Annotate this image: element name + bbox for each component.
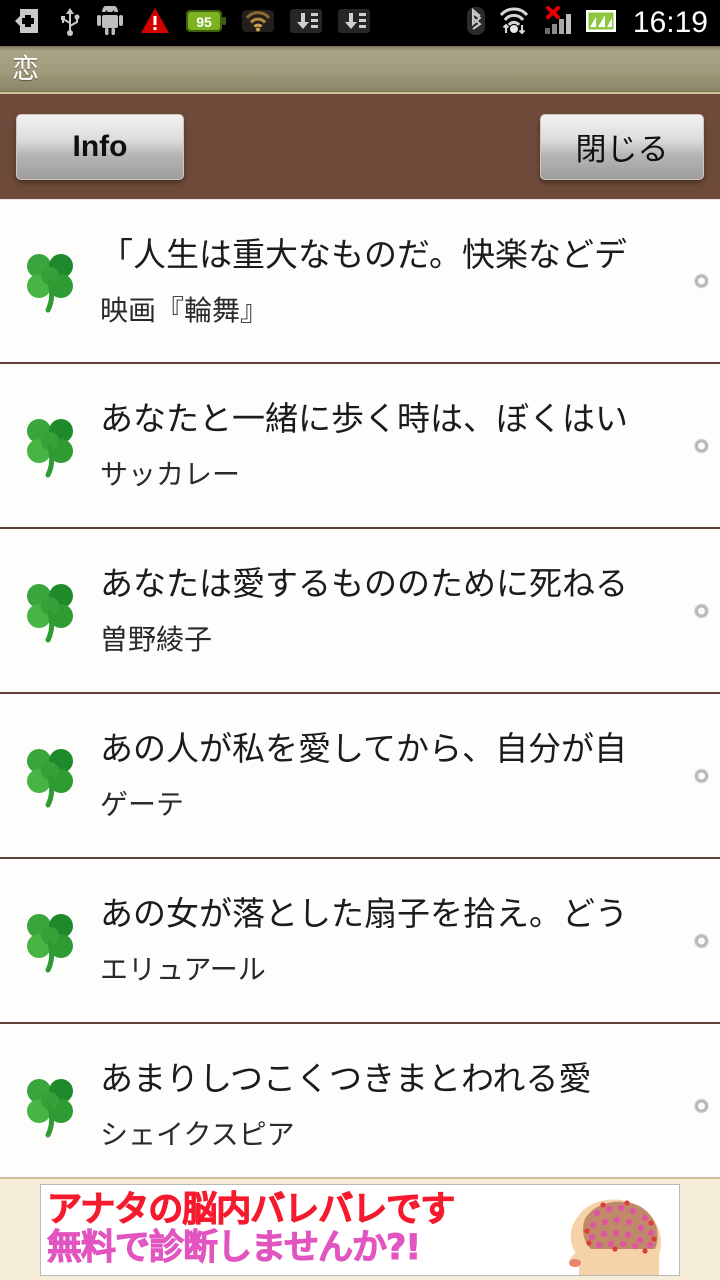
info-button[interactable]: Info — [16, 113, 184, 180]
ad-subline: 無料で診断しませんか?! — [47, 1227, 422, 1268]
list-item-indicator[interactable] — [695, 934, 708, 947]
toolbar: Info 閉じる — [0, 94, 720, 199]
status-bar-left-icons: 95 — [14, 4, 370, 40]
author-text: エリュアール — [100, 953, 266, 986]
author-text: 映画『輪舞』 — [100, 293, 269, 327]
list-item-texts: あなたは愛するもののために死ねる 曽野綾子 — [100, 565, 720, 656]
title-bar: 恋 — [0, 46, 720, 94]
page-title: 恋 — [12, 53, 39, 85]
author-text: 曽野綾子 — [100, 623, 213, 656]
clover-icon — [0, 1073, 100, 1139]
clover-icon — [0, 908, 100, 974]
download-list-icon-2 — [338, 7, 370, 39]
ad-text-block: アナタの脳内バレバレです 無料で診断しませんか?! — [41, 1185, 561, 1275]
close-button[interactable]: 閉じる — [540, 113, 704, 180]
battery-95-icon: 95 — [186, 8, 226, 38]
author-text: サッカレー — [100, 458, 241, 491]
app-screen: 95 16:19 恋 Info 閉じる 「人生は重大なものだ。快楽などデ 映画『… — [0, 0, 720, 1280]
signal-graph-icon — [585, 7, 617, 39]
list-item-indicator[interactable] — [695, 604, 708, 617]
bluetooth-icon — [465, 6, 487, 40]
quote-list: 「人生は重大なものだ。快楽などデ 映画『輪舞』 あなたと一緒に歩く時は、ぼくはい… — [0, 199, 720, 1189]
list-item-texts: 「人生は重大なものだ。快楽などデ 映画『輪舞』 — [100, 236, 720, 327]
clover-icon — [0, 413, 100, 479]
status-bar-clock: 16:19 — [632, 6, 708, 39]
list-item[interactable]: 「人生は重大なものだ。快楽などデ 映画『輪舞』 — [0, 199, 720, 364]
list-item-texts: あまりしつこくつきまとわれる愛 シェイクスピア — [100, 1060, 720, 1151]
list-item-texts: あの人が私を愛してから、自分が自 ゲーテ — [100, 730, 720, 821]
author-text: シェイクスピア — [100, 1118, 295, 1151]
list-item-indicator[interactable] — [695, 769, 708, 782]
list-item-indicator[interactable] — [695, 1099, 708, 1112]
ad-banner[interactable]: アナタの脳内バレバレです 無料で診断しませんか?! — [0, 1177, 720, 1280]
list-item-indicator[interactable] — [695, 439, 708, 452]
shield-plus-icon — [14, 6, 44, 40]
quote-text: あなたと一緒に歩く時は、ぼくはい — [100, 400, 628, 439]
wifi-transfer-icon — [497, 6, 531, 40]
quote-text: あの女が落とした扇子を拾え。どう — [100, 895, 628, 934]
ad-content[interactable]: アナタの脳内バレバレです 無料で診断しませんか?! — [40, 1183, 680, 1276]
download-list-icon-1 — [290, 7, 322, 39]
list-item-texts: あなたと一緒に歩く時は、ぼくはい サッカレー — [100, 400, 720, 491]
list-item[interactable]: あの女が落とした扇子を拾え。どう エリュアール — [0, 859, 720, 1024]
quote-text: 「人生は重大なものだ。快楽などデ — [100, 235, 628, 274]
warning-triangle-icon — [140, 7, 170, 39]
quote-text: あなたは愛するもののために死ねる — [100, 565, 628, 604]
android-robot-icon — [96, 4, 124, 40]
battery-level-text: 95 — [196, 14, 212, 30]
clover-icon — [0, 743, 100, 809]
list-item[interactable]: あなたと一緒に歩く時は、ぼくはい サッカレー — [0, 364, 720, 529]
usb-icon — [60, 6, 80, 40]
signal-no-service-icon — [541, 6, 575, 40]
list-item[interactable]: あまりしつこくつきまとわれる愛 シェイクスピア — [0, 1024, 720, 1189]
list-item-texts: あの女が落とした扇子を拾え。どう エリュアール — [100, 895, 720, 986]
quote-text: あの人が私を愛してから、自分が自 — [100, 730, 628, 769]
wifi-brown-icon — [242, 7, 274, 39]
status-bar: 95 16:19 — [0, 0, 720, 46]
clover-icon — [0, 248, 100, 314]
status-bar-right-icons: 16:19 — [465, 0, 708, 46]
author-text: ゲーテ — [100, 788, 185, 821]
ad-headline: アナタの脳内バレバレです — [47, 1189, 456, 1230]
quote-text: あまりしつこくつきまとわれる愛 — [100, 1060, 592, 1099]
clover-icon — [0, 578, 100, 644]
head-brain-icon — [561, 1185, 679, 1275]
list-item-indicator[interactable] — [695, 274, 708, 288]
list-item[interactable]: あの人が私を愛してから、自分が自 ゲーテ — [0, 694, 720, 859]
list-item[interactable]: あなたは愛するもののために死ねる 曽野綾子 — [0, 529, 720, 694]
